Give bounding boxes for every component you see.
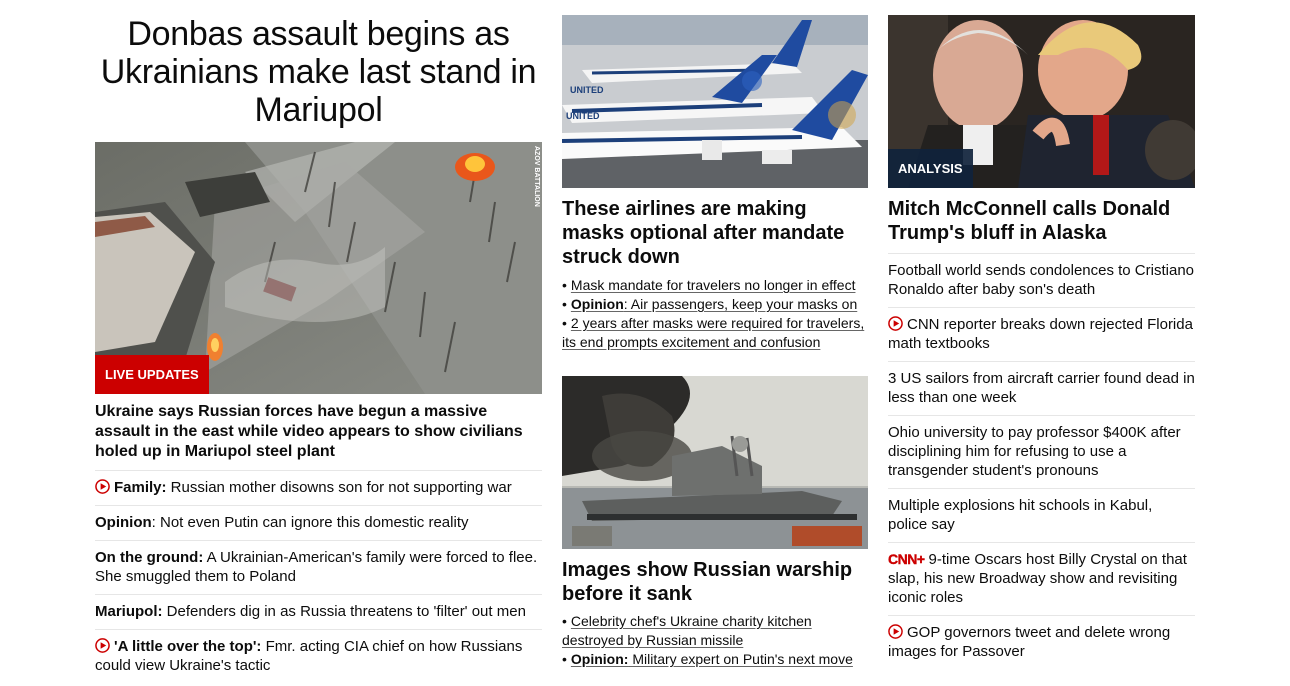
right-story-item[interactable]: Ohio university to pay professor $400K a… [888, 416, 1195, 489]
right-story-item[interactable]: CNN+ 9-time Oscars host Billy Crystal on … [888, 543, 1195, 616]
story-text: : Not even Putin can ignore this domesti… [151, 514, 469, 531]
mcconnell-image[interactable]: ANALYSIS [888, 15, 1195, 188]
story-text: CNN reporter breaks down rejected Florid… [888, 316, 1193, 352]
bullet-link[interactable]: • Opinion: Military expert on Putin's nex… [562, 650, 868, 669]
burning-warship-image [562, 376, 868, 549]
united-planes-image: UNITED UNITED [562, 15, 868, 188]
svg-text:UNITED: UNITED [570, 85, 604, 95]
right-story-item[interactable]: Football world sends condolences to Cris… [888, 254, 1195, 308]
story-kicker: 'A little over the top': [114, 638, 262, 655]
bullet-link[interactable]: • Mask mandate for travelers no longer in… [562, 276, 868, 295]
play-video-icon [888, 624, 903, 639]
story-text: Multiple explosions hit schools in Kabul… [888, 497, 1153, 533]
bullet-dot: • [562, 277, 567, 293]
lead-column: Donbas assault begins as Ukrainians make… [95, 0, 542, 683]
bullet-dot: • [562, 296, 567, 312]
play-video-icon [95, 638, 110, 653]
related-stories-list: Family: Russian mother disowns son for n… [95, 471, 542, 683]
analysis-badge: ANALYSIS [888, 149, 973, 188]
story-kicker: Opinion [95, 514, 152, 531]
lead-story-title[interactable]: Ukraine says Russian forces have begun a… [95, 402, 542, 471]
play-video-icon [888, 316, 903, 331]
right-story-item[interactable]: CNN reporter breaks down rejected Florid… [888, 308, 1195, 362]
related-story-item[interactable]: Mariupol: Defenders dig in as Russia thr… [95, 595, 542, 630]
right-column: ANALYSIS Mitch McConnell calls Donald Tr… [888, 0, 1195, 669]
airlines-title[interactable]: These airlines are making masks optional… [562, 197, 868, 269]
cnn-plus-icon: CNN+ [888, 551, 925, 567]
airlines-image[interactable]: UNITED UNITED [562, 15, 868, 188]
bullet-dot: • [562, 613, 567, 629]
main-headline[interactable]: Donbas assault begins as Ukrainians make… [95, 15, 542, 129]
story-text: 3 US sailors from aircraft carrier found… [888, 370, 1195, 406]
bullet-link[interactable]: • Celebrity chef's Ukraine charity kitche… [562, 612, 868, 650]
photo-credit: AZOV BATTALION [533, 146, 540, 207]
bullet-kicker: Opinion: [570, 651, 629, 667]
right-story-item[interactable]: Multiple explosions hit schools in Kabul… [888, 489, 1195, 543]
bullet-link[interactable]: • 2 years after masks were required for t… [562, 314, 868, 352]
bullet-body: Celebrity chef's Ukraine charity kitchen… [562, 613, 812, 648]
bullet-dot: • [562, 651, 567, 667]
warship-bullets: • Celebrity chef's Ukraine charity kitche… [562, 612, 868, 669]
bullet-text: 2 years after masks were required for tr… [562, 315, 864, 350]
live-updates-badge: LIVE UPDATES [95, 355, 209, 394]
related-story-item[interactable]: On the ground: A Ukrainian-American's fa… [95, 541, 542, 595]
bullet-kicker: Opinion [570, 296, 624, 312]
airlines-bullets: • Mask mandate for travelers no longer in… [562, 276, 868, 352]
right-story-item[interactable]: 3 US sailors from aircraft carrier found… [888, 362, 1195, 416]
story-text: Football world sends condolences to Cris… [888, 262, 1194, 298]
bullet-body: 2 years after masks were required for tr… [562, 315, 865, 350]
story-text: Defenders dig in as Russia threatens to … [162, 603, 526, 620]
bullet-text: Opinion: Military expert on Putin's next… [571, 651, 853, 667]
related-story-item[interactable]: Opinion: Not even Putin can ignore this … [95, 506, 542, 541]
bullet-text: Mask mandate for travelers no longer in … [571, 277, 856, 293]
bullet-text: Opinion: Air passengers, keep your masks… [571, 296, 857, 312]
warship-image[interactable] [562, 376, 868, 549]
story-text: Ohio university to pay professor $400K a… [888, 424, 1181, 479]
warship-title[interactable]: Images show Russian warship before it sa… [562, 558, 868, 606]
middle-column: UNITED UNITED These airlines are making … [562, 0, 868, 669]
mcconnell-title[interactable]: Mitch McConnell calls Donald Trump's blu… [888, 197, 1195, 245]
related-story-item[interactable]: 'A little over the top': Fmr. acting CIA… [95, 630, 542, 683]
story-text: Russian mother disowns son for not suppo… [166, 479, 512, 496]
lead-image[interactable]: AZOV BATTALION LIVE UPDATES [95, 142, 542, 394]
bullet-body: : Air passengers, keep your masks on [623, 296, 858, 312]
story-kicker: On the ground: [95, 549, 204, 566]
bullet-dot: • [562, 315, 567, 331]
story-kicker: Mariupol: [95, 603, 163, 620]
story-text: 9-time Oscars host Billy Crystal on that… [888, 551, 1187, 606]
right-stories-list: Football world sends condolences to Cris… [888, 253, 1195, 669]
bullet-body: Mask mandate for travelers no longer in … [570, 277, 856, 293]
story-text: GOP governors tweet and delete wrong ima… [888, 624, 1171, 660]
bullet-link[interactable]: • Opinion: Air passengers, keep your mask… [562, 295, 868, 314]
play-video-icon [95, 479, 110, 494]
svg-text:UNITED: UNITED [566, 111, 600, 121]
related-story-item[interactable]: Family: Russian mother disowns son for n… [95, 471, 542, 506]
right-story-item[interactable]: GOP governors tweet and delete wrong ima… [888, 616, 1195, 669]
story-kicker: Family: [114, 479, 167, 496]
bullet-body: Military expert on Putin's next move [628, 651, 853, 667]
bullet-text: Celebrity chef's Ukraine charity kitchen… [562, 613, 812, 648]
